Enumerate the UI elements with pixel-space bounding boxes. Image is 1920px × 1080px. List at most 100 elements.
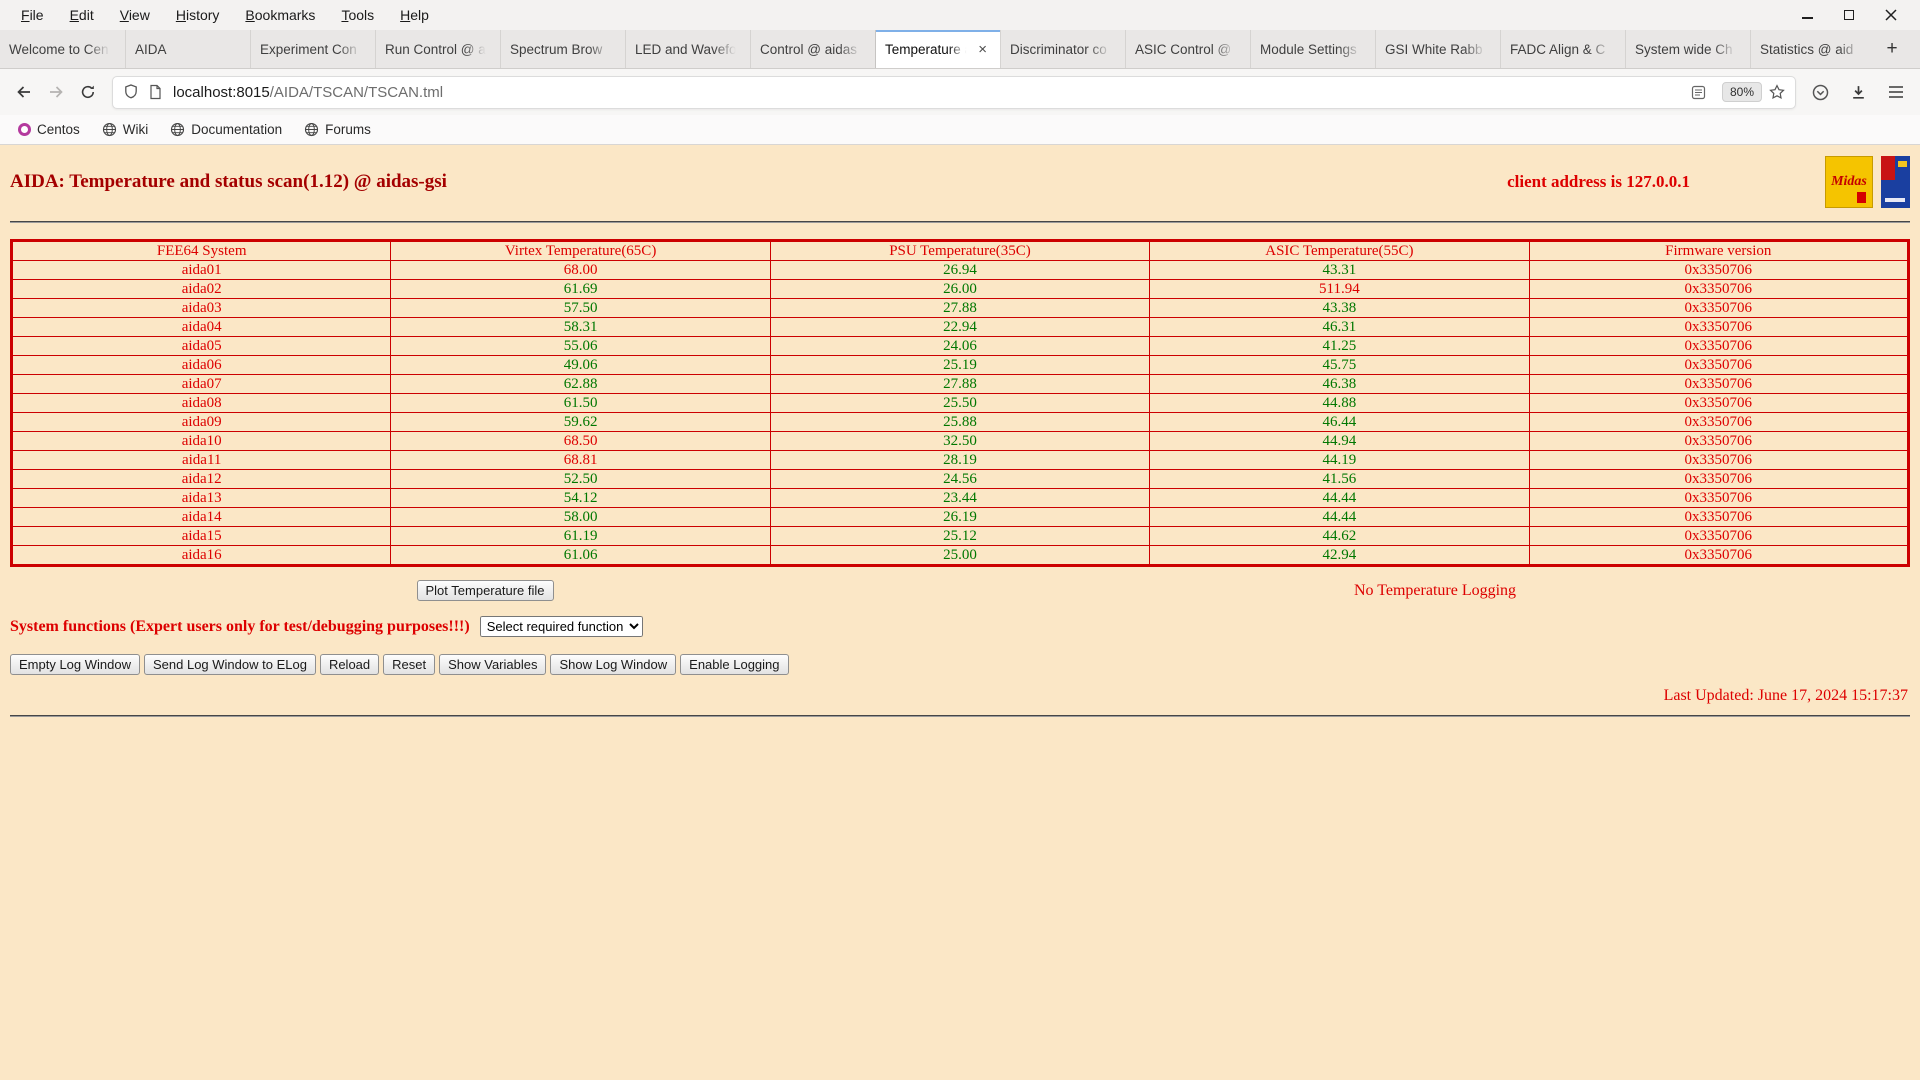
bookmark-item-documentation[interactable]: Documentation	[162, 119, 290, 140]
bookmark-item-wiki[interactable]: Wiki	[94, 119, 157, 140]
menu-item-file[interactable]: File	[8, 3, 57, 27]
close-button[interactable]	[1878, 4, 1904, 26]
tracking-shield-icon[interactable]	[123, 84, 139, 100]
menu-item-edit[interactable]: Edit	[57, 3, 107, 27]
tab-15[interactable]: Statistics @ aid	[1750, 30, 1875, 68]
zoom-level-indicator[interactable]: 80%	[1721, 82, 1762, 102]
menu-item-bookmarks[interactable]: Bookmarks	[232, 3, 328, 27]
enable-logging-button[interactable]: Enable Logging	[680, 654, 789, 675]
menu-item-help[interactable]: Help	[387, 3, 442, 27]
url-bar[interactable]: localhost:8015/AIDA/TSCAN/TSCAN.tml 80%	[112, 75, 1796, 109]
bookmarks-toolbar: Centos Wiki Documentation Forums	[0, 115, 1920, 145]
empty-log-window-button[interactable]: Empty Log Window	[10, 654, 140, 675]
cell-system: aida12	[10, 469, 392, 489]
tab-4[interactable]: Run Control @ a	[375, 30, 500, 68]
system-function-select[interactable]: Select required function	[479, 616, 643, 637]
tab-10[interactable]: ASIC Control @	[1125, 30, 1250, 68]
cell-system: aida09	[10, 412, 392, 432]
footer-divider	[10, 715, 1910, 717]
table-row-aida04: aida04 58.31 22.94 46.31 0x3350706	[10, 317, 1910, 337]
cell-asic: 44.94	[1149, 431, 1530, 451]
cell-system: aida16	[10, 545, 392, 566]
tab-13[interactable]: FADC Align & C	[1500, 30, 1625, 68]
menu-item-tools[interactable]: Tools	[328, 3, 387, 27]
cell-psu: 24.56	[769, 469, 1151, 489]
cell-virtex: 62.88	[390, 374, 771, 394]
reader-mode-icon[interactable]	[1691, 85, 1706, 100]
downloads-icon[interactable]	[1842, 76, 1874, 108]
cell-virtex: 52.50	[390, 469, 771, 489]
tab-label: Module Settings	[1260, 41, 1357, 57]
tab-close-icon[interactable]: ×	[974, 41, 991, 58]
cell-virtex: 57.50	[390, 298, 771, 318]
hamburger-menu-icon[interactable]	[1880, 76, 1912, 108]
cell-psu: 22.94	[769, 317, 1151, 337]
show-log-window-button[interactable]: Show Log Window	[550, 654, 677, 675]
tab-5[interactable]: Spectrum Brow	[500, 30, 625, 68]
temperature-table-body: aida01 68.00 26.94 43.31 0x3350706 aida02 61.6…	[10, 260, 1910, 566]
cell-firmware: 0x3350706	[1528, 488, 1910, 508]
cell-firmware: 0x3350706	[1528, 317, 1910, 337]
send-log-window-to-elog-button[interactable]: Send Log Window to ELog	[144, 654, 316, 675]
cell-asic: 44.62	[1149, 526, 1530, 546]
cell-psu: 27.88	[769, 298, 1151, 318]
cell-virtex: 61.19	[390, 526, 771, 546]
tab-7[interactable]: Control @ aidas	[750, 30, 875, 68]
toolbar-right-icons	[1804, 76, 1912, 108]
navigation-toolbar: localhost:8015/AIDA/TSCAN/TSCAN.tml 80%	[0, 69, 1920, 115]
cell-psu: 27.88	[769, 374, 1151, 394]
cell-virtex: 68.81	[390, 450, 771, 470]
pocket-icon[interactable]	[1804, 76, 1836, 108]
cell-asic: 42.94	[1149, 545, 1530, 566]
reload-button[interactable]	[72, 76, 104, 108]
cell-asic: 44.44	[1149, 507, 1530, 527]
bookmark-item-forums[interactable]: Forums	[296, 119, 379, 140]
tab-label: ASIC Control @	[1135, 41, 1232, 57]
cell-firmware: 0x3350706	[1528, 450, 1910, 470]
bookmark-item-centos[interactable]: Centos	[10, 119, 88, 140]
cell-virtex: 54.12	[390, 488, 771, 508]
table-row-aida03: aida03 57.50 27.88 43.38 0x3350706	[10, 298, 1910, 318]
plot-temperature-button[interactable]: Plot Temperature file	[416, 580, 554, 601]
tab-1[interactable]: Welcome to Cen	[0, 30, 125, 68]
tab-14[interactable]: System wide Ch	[1625, 30, 1750, 68]
tab-12[interactable]: GSI White Rabb	[1375, 30, 1500, 68]
tab-label: Run Control @ a	[385, 41, 486, 57]
cell-virtex: 55.06	[390, 336, 771, 356]
tab-2[interactable]: AIDA	[125, 30, 250, 68]
url-text: localhost:8015/AIDA/TSCAN/TSCAN.tml	[173, 84, 1691, 101]
reset-button[interactable]: Reset	[383, 654, 436, 675]
new-tab-button[interactable]: +	[1875, 30, 1909, 68]
temperature-table: FEE64 System Virtex Temperature(65C) PSU T…	[10, 239, 1910, 567]
tab-11[interactable]: Module Settings	[1250, 30, 1375, 68]
cell-firmware: 0x3350706	[1528, 469, 1910, 489]
page-content: AIDA: Temperature and status scan(1.12) …	[0, 145, 1920, 1080]
tab-8-active[interactable]: Temperature an ×	[875, 30, 1000, 68]
tab-label: Spectrum Brow	[510, 41, 603, 57]
gsi-frs-logo	[1881, 156, 1910, 208]
maximize-button[interactable]	[1836, 4, 1862, 26]
tab-3[interactable]: Experiment Con	[250, 30, 375, 68]
cell-system: aida14	[10, 507, 392, 527]
cell-firmware: 0x3350706	[1528, 507, 1910, 527]
tab-9[interactable]: Discriminator co	[1000, 30, 1125, 68]
tab-6[interactable]: LED and Wavefo	[625, 30, 750, 68]
back-button[interactable]	[8, 76, 40, 108]
page-header: AIDA: Temperature and status scan(1.12) …	[10, 153, 1910, 211]
minimize-button[interactable]	[1794, 4, 1820, 26]
close-icon	[1885, 9, 1897, 21]
table-row-aida13: aida13 54.12 23.44 44.44 0x3350706	[10, 488, 1910, 508]
cell-psu: 28.19	[769, 450, 1151, 470]
cell-psu: 25.12	[769, 526, 1151, 546]
tab-label: AIDA	[135, 41, 167, 57]
cell-psu: 25.19	[769, 355, 1151, 375]
menu-item-view[interactable]: View	[107, 3, 163, 27]
forward-button[interactable]	[40, 76, 72, 108]
column-header: Firmware version	[1528, 240, 1910, 261]
page-info-icon[interactable]	[148, 84, 162, 100]
show-variables-button[interactable]: Show Variables	[439, 654, 547, 675]
bookmark-star-icon[interactable]	[1769, 84, 1785, 100]
menu-item-history[interactable]: History	[163, 3, 233, 27]
cell-system: aida06	[10, 355, 392, 375]
reload-button[interactable]: Reload	[319, 654, 380, 675]
